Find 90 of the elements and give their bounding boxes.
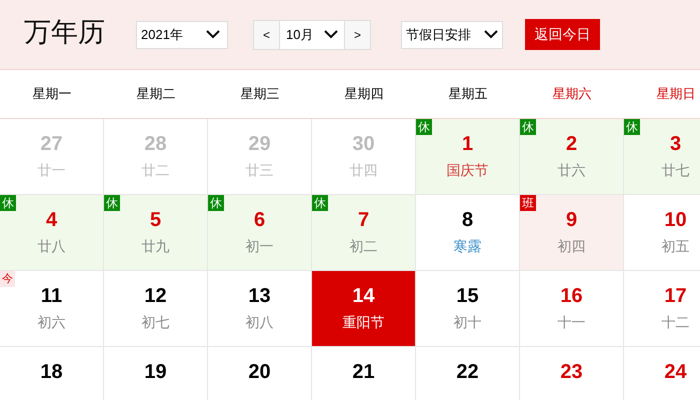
day-number: 3 — [670, 132, 682, 156]
month-select[interactable]: 10月 — [280, 20, 344, 50]
lunar-date: 初七 — [142, 313, 170, 331]
day-number: 12 — [144, 284, 167, 308]
lunar-date: 重阳节 — [342, 313, 384, 331]
day-cell[interactable]: 15 初十 — [416, 271, 520, 347]
lunar-date: 初二 — [350, 237, 378, 255]
day-cell[interactable]: 今 11 初六 — [0, 271, 104, 347]
day-cell[interactable]: 休 6 初一 — [208, 195, 312, 271]
day-number: 9 — [566, 208, 578, 232]
lunar-date: 廿九 — [142, 237, 170, 255]
lunar-date: 寒露 — [454, 237, 482, 255]
lunar-date: 初六 — [38, 313, 66, 331]
chevron-down-icon — [324, 30, 338, 39]
rest-day-badge: 休 — [0, 195, 16, 211]
day-cell[interactable]: 13 初八 — [208, 271, 312, 347]
weekday-label: 星期一 — [32, 85, 72, 103]
day-number: 21 — [352, 360, 375, 384]
lunar-date: 廿四 — [350, 161, 378, 179]
lunar-date: 廿三 — [246, 161, 274, 179]
day-number: 22 — [456, 360, 479, 384]
day-number: 4 — [46, 208, 58, 232]
next-month-button[interactable]: > — [344, 20, 371, 50]
day-number: 23 — [560, 360, 583, 384]
day-number: 19 — [144, 360, 167, 384]
back-to-today-button[interactable]: 返回今日 — [525, 19, 600, 50]
weekday-label: 星期二 — [136, 85, 176, 103]
lunar-date: 廿六 — [558, 161, 586, 179]
rest-day-badge: 休 — [624, 119, 640, 135]
day-number: 15 — [456, 284, 479, 308]
lunar-date: 廿七 — [662, 161, 690, 179]
day-cell[interactable]: 休 7 初二 — [312, 195, 416, 271]
weekday-label: 星期五 — [448, 85, 488, 103]
day-cell[interactable]: 休 5 廿九 — [104, 195, 208, 271]
day-number: 14 — [352, 284, 375, 308]
day-number: 10 — [664, 208, 687, 232]
day-cell[interactable]: 8 寒露 — [416, 195, 520, 271]
rest-day-badge: 休 — [520, 119, 536, 135]
day-number: 20 — [248, 360, 271, 384]
lunar-date: 国庆节 — [446, 161, 488, 179]
previous-month-button[interactable]: < — [253, 20, 280, 50]
day-cell[interactable]: 休 4 廿八 — [0, 195, 104, 271]
day-cell[interactable]: 14 重阳节 — [312, 271, 416, 347]
today-marker: 今 — [0, 271, 15, 287]
day-number: 1 — [462, 132, 474, 156]
weekday-label: 星期日 — [656, 85, 696, 103]
lunar-date: 廿一 — [38, 161, 66, 179]
weekday-label: 星期三 — [240, 85, 280, 103]
day-number: 7 — [358, 208, 370, 232]
lunar-date: 廿八 — [38, 237, 66, 255]
holiday-select[interactable]: 节假日安排 — [401, 20, 503, 48]
day-number: 8 — [462, 208, 474, 232]
day-number: 30 — [352, 132, 375, 156]
day-number: 5 — [150, 208, 162, 232]
day-number: 24 — [664, 360, 687, 384]
chevron-down-icon — [206, 30, 220, 39]
rest-day-badge: 休 — [416, 119, 432, 135]
day-number: 27 — [40, 132, 63, 156]
day-number: 18 — [40, 360, 63, 384]
day-number: 6 — [254, 208, 266, 232]
day-cell[interactable]: 16 十一 — [520, 271, 624, 347]
year-select[interactable]: 2021年 — [136, 20, 228, 48]
lunar-date: 初一 — [246, 237, 274, 255]
day-number: 2 — [566, 132, 578, 156]
day-number: 28 — [144, 132, 167, 156]
lunar-date: 初五 — [662, 237, 690, 255]
day-cell[interactable]: 休 2 廿六 — [520, 119, 624, 195]
day-number: 29 — [248, 132, 271, 156]
workday-badge: 班 — [520, 195, 536, 211]
lunar-date: 初十 — [454, 313, 482, 331]
lunar-date: 初四 — [558, 237, 586, 255]
lunar-date: 十一 — [558, 313, 586, 331]
day-cell[interactable]: 12 初七 — [104, 271, 208, 347]
lunar-date: 初八 — [246, 313, 274, 331]
weekday-label: 星期四 — [344, 85, 384, 103]
day-number: 13 — [248, 284, 271, 308]
rest-day-badge: 休 — [208, 195, 224, 211]
lunar-date: 廿二 — [142, 161, 170, 179]
calendar-title: 万年历 — [24, 16, 105, 48]
day-cell[interactable]: 班 9 初四 — [520, 195, 624, 271]
chevron-down-icon — [484, 30, 498, 39]
day-cell[interactable]: 休 1 国庆节 — [416, 119, 520, 195]
lunar-date: 十二 — [662, 313, 690, 331]
weekday-label: 星期六 — [552, 85, 592, 103]
rest-day-badge: 休 — [312, 195, 328, 211]
rest-day-badge: 休 — [104, 195, 120, 211]
day-cell[interactable]: 休 3 廿七 — [624, 119, 700, 195]
day-number: 16 — [560, 284, 583, 308]
day-number: 11 — [40, 284, 62, 308]
day-number: 17 — [664, 284, 687, 308]
